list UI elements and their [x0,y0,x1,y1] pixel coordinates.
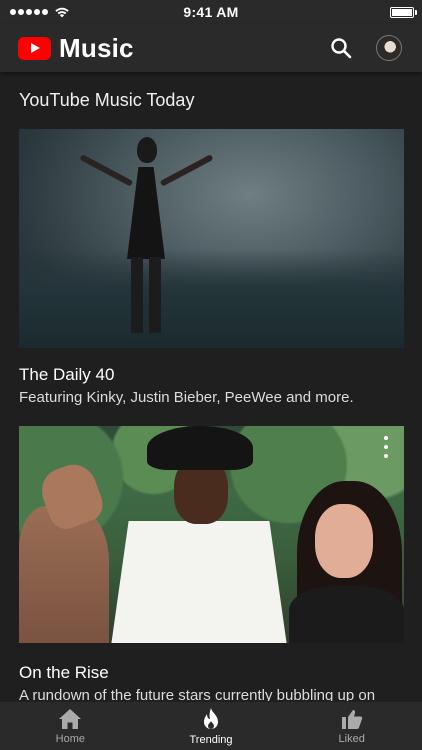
nav-trending[interactable]: Trending [141,702,282,750]
thumb-up-icon [341,710,362,729]
app-logo[interactable]: Music [18,33,134,64]
woman-face [315,504,373,578]
app-title: Music [59,32,134,63]
flame-icon [204,708,218,729]
card-thumbnail-on-the-rise[interactable] [19,426,404,643]
card-subtitle: Featuring Kinky, Justin Bieber, PeeWee a… [19,389,354,406]
user-avatar[interactable] [376,35,402,61]
wifi-icon [55,7,69,18]
nav-label: Home [55,733,85,745]
nav-label: Trending [189,734,233,746]
singer-arm-left [79,154,134,187]
section-title: YouTube Music Today [19,90,195,110]
woman-body [289,586,404,643]
app-actions [328,35,402,61]
singer-head [137,137,157,163]
center-singer-shirt [111,521,287,643]
center-singer-hat [147,426,253,470]
card-title[interactable]: On the Rise [19,663,109,683]
status-left [0,6,70,18]
app-bar: Music [0,24,422,72]
more-vert-icon[interactable] [380,436,392,458]
home-icon [59,709,82,729]
phone-screen: 9:41 AM Music YouTube Music Today The Da… [0,0,422,750]
status-bar: 9:41 AM [0,0,422,24]
youtube-play-icon [18,36,51,60]
feed-content[interactable]: YouTube Music Today The Daily 40 Featuri… [0,72,422,701]
bottom-navigation: Home Trending Liked [0,701,422,750]
status-time: 9:41 AM [183,4,239,20]
card-thumbnail-daily-40[interactable] [19,129,404,348]
nav-liked[interactable]: Liked [281,702,422,750]
card-title[interactable]: The Daily 40 [19,365,114,385]
singer-dress [127,167,165,259]
singer-legs [131,257,161,333]
thumbnail-backdrop [19,249,404,348]
battery-icon [390,6,417,18]
nav-label: Liked [338,733,365,745]
card-subtitle: A rundown of the future stars currently … [19,687,376,701]
signal-strength-icon [10,9,48,15]
nav-home[interactable]: Home [0,702,141,750]
search-icon [331,38,352,59]
search-button[interactable] [328,35,354,61]
singer-arm-right [159,154,214,187]
